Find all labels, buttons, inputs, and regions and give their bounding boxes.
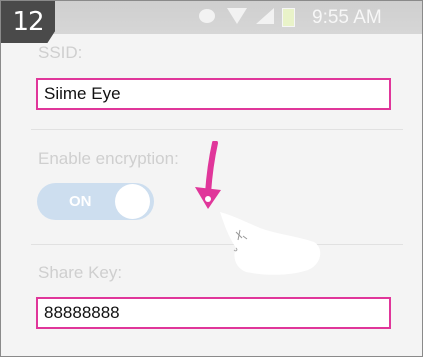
ssid-input[interactable]: Siime Eye [36, 78, 391, 110]
share-key-input[interactable]: 88888888 [36, 297, 391, 329]
divider [31, 129, 403, 130]
toggle-knob [115, 184, 150, 219]
alarm-icon [199, 9, 215, 23]
ssid-label: SSID: [38, 43, 83, 62]
step-number-badge: 12 [1, 1, 55, 43]
signal-icon [256, 8, 274, 24]
status-time: 9:55 AM [312, 7, 382, 28]
encryption-toggle[interactable]: ON [37, 183, 154, 220]
wifi-icon [227, 8, 247, 24]
tap-hand-icon [220, 212, 321, 275]
screenshot-frame: 9:55 AM 12 SSID: Siime Eye Enable encryp… [0, 0, 423, 357]
battery-icon [282, 8, 295, 27]
encryption-label: Enable encryption: [38, 149, 179, 168]
toggle-state-label: ON [69, 193, 92, 210]
share-key-label: Share Key: [38, 263, 123, 282]
status-bar: 9:55 AM [1, 1, 422, 34]
